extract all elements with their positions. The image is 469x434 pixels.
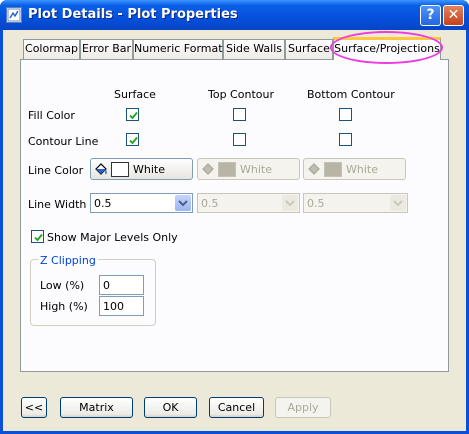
chevron-down-icon[interactable]: [282, 195, 298, 211]
low-percent-value: 0: [103, 279, 110, 292]
z-clipping-title: Z Clipping: [38, 254, 98, 267]
checkmark-icon: [129, 136, 138, 145]
line-color-label: Line Color: [28, 164, 84, 177]
checkmark-icon: [34, 233, 43, 242]
line-width-label: Line Width: [28, 198, 87, 211]
highlight-ellipse: [330, 31, 443, 64]
line-width-surface-select[interactable]: 0.5: [90, 193, 193, 213]
ok-button[interactable]: OK: [144, 397, 197, 418]
line-width-top-select[interactable]: 0.5: [197, 193, 300, 213]
collapse-button[interactable]: <<: [21, 397, 47, 418]
apply-button[interactable]: Apply: [275, 397, 331, 418]
column-header-top-contour: Top Contour: [208, 88, 274, 101]
fill-color-top-checkbox[interactable]: [233, 108, 246, 121]
tab-colormap[interactable]: Colormap: [23, 39, 80, 59]
high-percent-value: 100: [103, 300, 124, 313]
fill-color-label: Fill Color: [28, 109, 75, 122]
low-percent-label: Low (%): [40, 279, 85, 292]
color-swatch: [111, 162, 129, 177]
tab-error-bar[interactable]: Error Bar: [80, 39, 133, 59]
show-major-levels-label: Show Major Levels Only: [47, 231, 178, 244]
color-swatch: [218, 162, 236, 177]
line-color-top-button[interactable]: White: [197, 158, 300, 180]
column-header-surface: Surface: [114, 88, 156, 101]
high-percent-label: High (%): [40, 300, 88, 313]
color-swatch: [324, 162, 342, 177]
paint-bucket-icon: [95, 163, 107, 175]
line-width-bottom-select[interactable]: 0.5: [303, 193, 408, 213]
line-color-bottom-button[interactable]: White: [303, 158, 406, 180]
line-color-top-value: White: [240, 163, 272, 176]
cancel-button[interactable]: Cancel: [209, 397, 264, 418]
line-color-surface-button[interactable]: White: [90, 158, 193, 180]
contour-line-surface-checkbox[interactable]: [126, 133, 139, 146]
show-major-levels-checkbox[interactable]: [31, 230, 44, 243]
tab-surface[interactable]: Surface: [285, 39, 333, 59]
title-bar[interactable]: Plot Details - Plot Properties ? ✕: [0, 0, 469, 30]
contour-line-label: Contour Line: [28, 135, 99, 148]
contour-line-bottom-checkbox[interactable]: [339, 133, 352, 146]
app-icon: [6, 7, 22, 23]
line-color-bottom-value: White: [346, 163, 378, 176]
line-width-surface-value: 0.5: [94, 197, 112, 210]
chevron-down-icon[interactable]: [390, 195, 406, 211]
line-color-surface-value: White: [133, 163, 165, 176]
column-header-bottom-contour: Bottom Contour: [307, 88, 395, 101]
tab-side-walls[interactable]: Side Walls: [223, 39, 285, 59]
high-percent-input[interactable]: 100: [99, 296, 144, 316]
paint-bucket-icon: [308, 163, 320, 175]
fill-color-bottom-checkbox[interactable]: [339, 108, 352, 121]
matrix-button[interactable]: Matrix: [60, 397, 133, 418]
line-width-top-value: 0.5: [201, 197, 219, 210]
low-percent-input[interactable]: 0: [99, 275, 144, 295]
chevron-down-icon[interactable]: [175, 195, 191, 211]
line-width-bottom-value: 0.5: [307, 197, 325, 210]
fill-color-surface-checkbox[interactable]: [126, 108, 139, 121]
window-title: Plot Details - Plot Properties: [28, 7, 238, 22]
checkmark-icon: [129, 111, 138, 120]
contour-line-top-checkbox[interactable]: [233, 133, 246, 146]
paint-bucket-icon: [202, 163, 214, 175]
close-button[interactable]: ✕: [443, 5, 464, 26]
help-button[interactable]: ?: [420, 5, 441, 26]
tab-numeric-formats[interactable]: Numeric Formats: [133, 39, 228, 59]
